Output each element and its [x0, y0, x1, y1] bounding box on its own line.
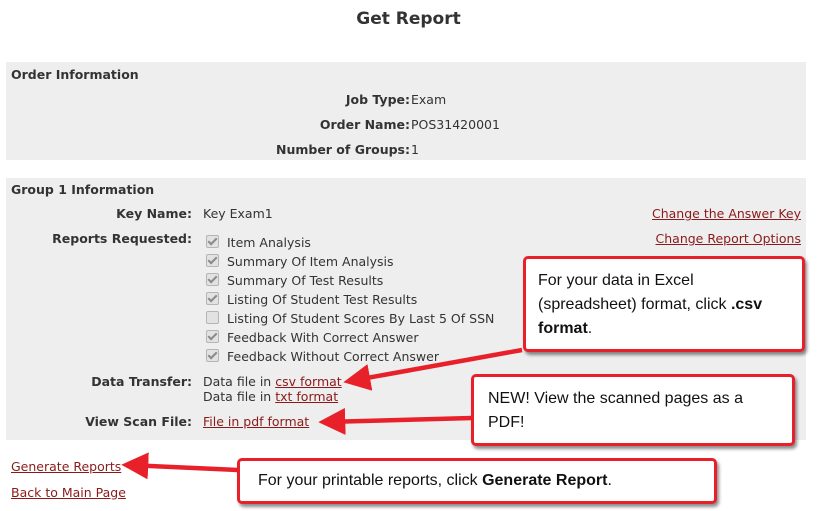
checkbox-icon[interactable]	[206, 273, 219, 286]
checkbox-icon[interactable]	[206, 330, 219, 343]
generate-callout: For your printable reports, click Genera…	[237, 458, 717, 504]
checkbox-icon[interactable]	[206, 254, 219, 267]
key-name-label: Key Name:	[116, 206, 192, 221]
change-report-options-link[interactable]: Change Report Options	[656, 231, 801, 246]
report-feedback-with-correct-answer[interactable]: Feedback With Correct Answer	[206, 330, 419, 348]
pdf-format-link[interactable]: File in pdf format	[203, 414, 309, 429]
page-title: Get Report	[356, 9, 461, 29]
order-information-panel: Order Information Job Type: Exam Order N…	[6, 62, 806, 160]
report-listing-of-student-test-results[interactable]: Listing Of Student Test Results	[206, 292, 417, 310]
txt-format-link[interactable]: txt format	[275, 389, 338, 404]
change-answer-key-link[interactable]: Change the Answer Key	[652, 206, 801, 221]
checkbox-icon[interactable]	[206, 349, 219, 362]
checkbox-icon[interactable]	[206, 311, 219, 324]
generate-reports-link[interactable]: Generate Reports	[11, 459, 121, 474]
job-type-value: Exam	[411, 92, 447, 107]
order-name-value: POS31420001	[411, 117, 500, 132]
csv-format-link[interactable]: csv format	[275, 374, 341, 389]
report-item-analysis[interactable]: Item Analysis	[206, 235, 311, 253]
report-feedback-without-correct-answer[interactable]: Feedback Without Correct Answer	[206, 349, 439, 367]
view-scan-file-label: View Scan File:	[85, 414, 192, 429]
key-name-value: Key Exam1	[203, 206, 273, 221]
report-summary-of-item-analysis[interactable]: Summary Of Item Analysis	[206, 254, 394, 272]
back-to-main-page-link[interactable]: Back to Main Page	[11, 485, 126, 500]
data-file-txt-row: Data file in txt format	[203, 389, 339, 404]
checkbox-icon[interactable]	[206, 292, 219, 305]
job-type-label: Job Type:	[345, 92, 410, 107]
order-information-header: Order Information	[11, 67, 139, 82]
csv-callout: For your data in Excel (spreadsheet) for…	[523, 256, 805, 352]
checkbox-icon[interactable]	[206, 235, 219, 248]
group-information-header: Group 1 Information	[11, 182, 155, 197]
pdf-callout: NEW! View the scanned pages as a PDF!	[471, 374, 795, 446]
data-file-csv-row: Data file in csv format	[203, 374, 342, 389]
number-of-groups-label: Number of Groups:	[275, 142, 410, 157]
data-transfer-label: Data Transfer:	[91, 374, 192, 389]
report-summary-of-test-results[interactable]: Summary Of Test Results	[206, 273, 383, 291]
number-of-groups-value: 1	[411, 142, 419, 157]
arrow-to-generate	[121, 452, 239, 480]
reports-requested-label: Reports Requested:	[52, 231, 192, 246]
order-name-label: Order Name:	[319, 117, 410, 132]
report-listing-student-scores-ssn[interactable]: Listing Of Student Scores By Last 5 Of S…	[206, 311, 494, 329]
